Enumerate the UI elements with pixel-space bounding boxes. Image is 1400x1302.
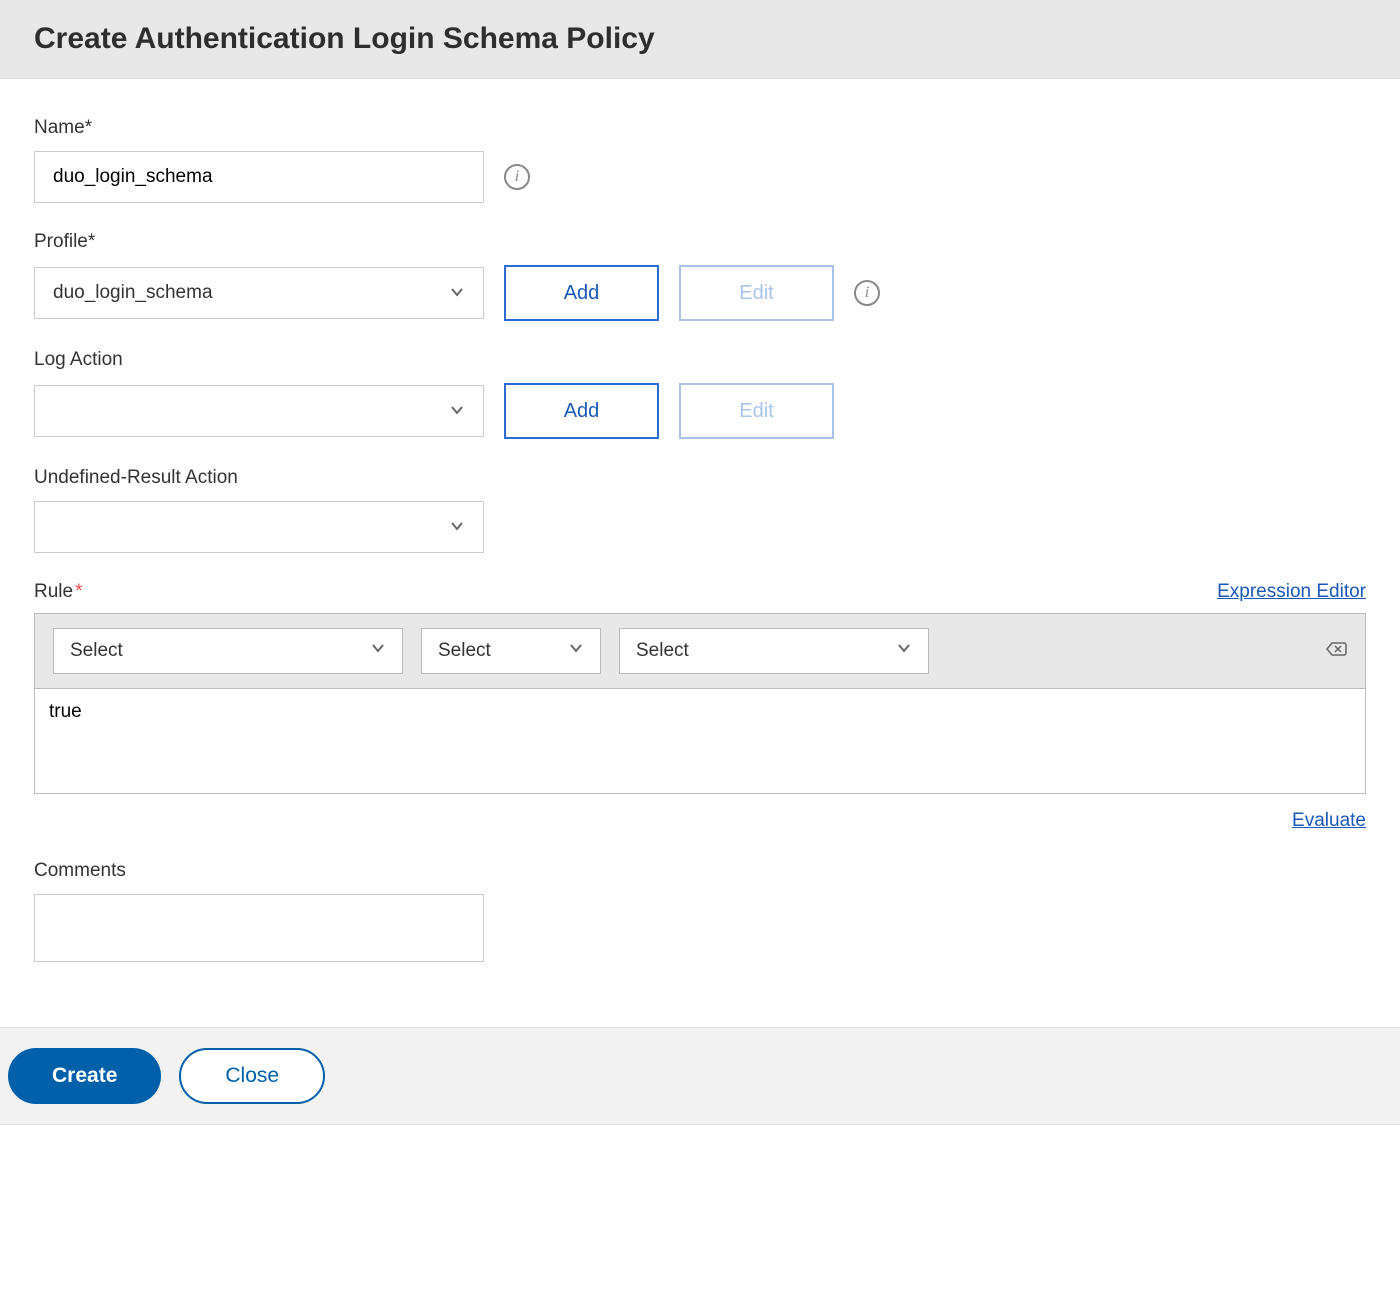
log-action-label: Log Action bbox=[34, 349, 1366, 371]
undefined-result-dropdown[interactable] bbox=[34, 501, 484, 553]
comments-field-block: Comments bbox=[34, 860, 1366, 967]
profile-field-block: Profile* duo_login_schema Add Edit i bbox=[34, 231, 1366, 321]
profile-edit-button[interactable]: Edit bbox=[679, 265, 834, 321]
profile-label: Profile* bbox=[34, 231, 1366, 253]
comments-textarea[interactable] bbox=[34, 894, 484, 962]
undefined-result-label: Undefined-Result Action bbox=[34, 467, 1366, 489]
info-icon[interactable]: i bbox=[854, 280, 880, 306]
name-label: Name* bbox=[34, 117, 1366, 139]
chevron-down-icon bbox=[370, 640, 386, 662]
rule-selectors-bar: Select Select Select bbox=[35, 614, 1365, 688]
profile-dropdown-value: duo_login_schema bbox=[53, 282, 213, 304]
rule-label: Rule* bbox=[34, 581, 82, 603]
footer-bar: Create Close bbox=[0, 1027, 1400, 1125]
chevron-down-icon bbox=[896, 640, 912, 662]
rule-selector-2[interactable]: Select bbox=[421, 628, 601, 674]
chevron-down-icon bbox=[449, 284, 465, 303]
name-field-block: Name* i bbox=[34, 117, 1366, 203]
rule-box: Select Select Select bbox=[34, 613, 1366, 794]
rule-selector-1[interactable]: Select bbox=[53, 628, 403, 674]
chevron-down-icon bbox=[568, 640, 584, 662]
profile-add-button[interactable]: Add bbox=[504, 265, 659, 321]
log-action-add-button[interactable]: Add bbox=[504, 383, 659, 439]
undefined-result-field-block: Undefined-Result Action bbox=[34, 467, 1366, 553]
profile-dropdown[interactable]: duo_login_schema bbox=[34, 267, 484, 319]
chevron-down-icon bbox=[449, 402, 465, 421]
comments-label: Comments bbox=[34, 860, 1366, 882]
log-action-field-block: Log Action Add Edit bbox=[34, 349, 1366, 439]
close-button[interactable]: Close bbox=[179, 1048, 325, 1104]
chevron-down-icon bbox=[449, 518, 465, 537]
name-input[interactable] bbox=[34, 151, 484, 203]
page-title: Create Authentication Login Schema Polic… bbox=[34, 22, 1366, 56]
log-action-dropdown[interactable] bbox=[34, 385, 484, 437]
create-button[interactable]: Create bbox=[8, 1048, 161, 1104]
info-icon[interactable]: i bbox=[504, 164, 530, 190]
expression-editor-link[interactable]: Expression Editor bbox=[1217, 581, 1366, 603]
evaluate-link[interactable]: Evaluate bbox=[1292, 810, 1366, 831]
rule-selector-3[interactable]: Select bbox=[619, 628, 929, 674]
header-bar: Create Authentication Login Schema Polic… bbox=[0, 0, 1400, 79]
clear-expression-icon[interactable] bbox=[1325, 640, 1347, 663]
rule-expression-textarea[interactable] bbox=[35, 688, 1365, 788]
log-action-edit-button[interactable]: Edit bbox=[679, 383, 834, 439]
